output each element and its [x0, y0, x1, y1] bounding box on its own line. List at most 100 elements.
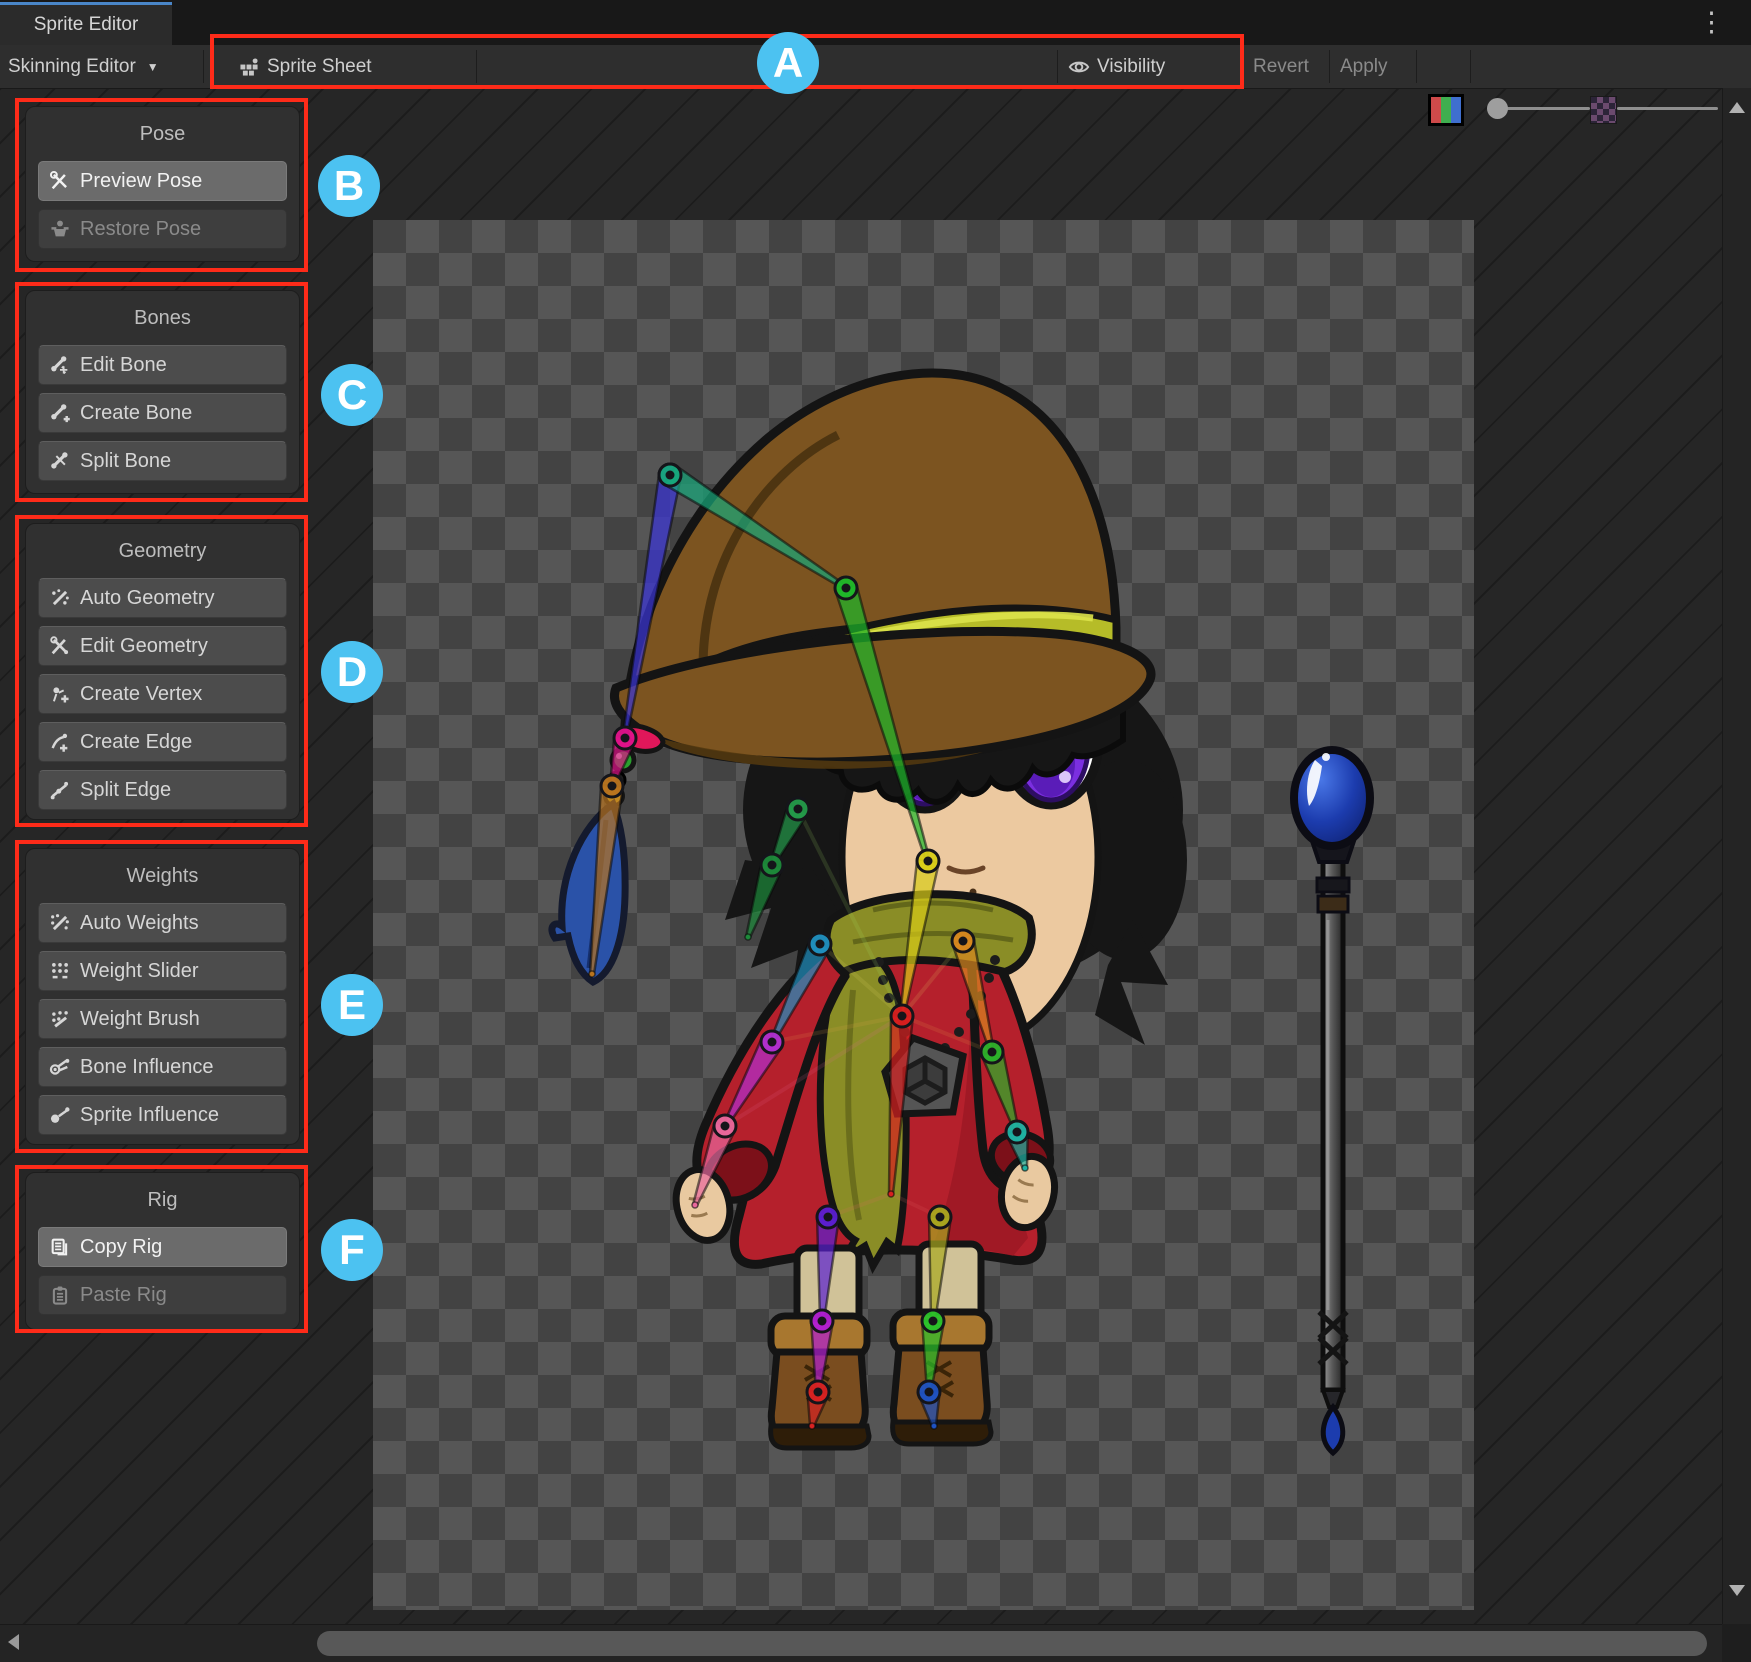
bone-influence-button[interactable]: Bone Influence: [38, 1047, 287, 1087]
tab-bar: Sprite Editor ⋮: [0, 0, 1751, 45]
toolbar-separator: [1329, 50, 1330, 83]
kebab-menu-icon[interactable]: ⋮: [1698, 4, 1725, 40]
copy-rig-icon: [49, 1236, 71, 1258]
edit-geometry-icon: [49, 635, 71, 657]
edit-bone-label: Edit Bone: [80, 354, 167, 377]
sprite-influence-label: Sprite Influence: [80, 1104, 219, 1127]
paste-rig-icon: [49, 1284, 71, 1306]
revert-label: Revert: [1253, 56, 1309, 78]
staff-sprite: [1294, 750, 1370, 1453]
chevron-down-icon: ▼: [147, 60, 159, 74]
visibility-label: Visibility: [1097, 56, 1165, 78]
rig-panel-title: Rig: [38, 1185, 287, 1215]
visibility-button[interactable]: Visibility: [1068, 45, 1165, 88]
sprite-influence-icon: [49, 1104, 71, 1126]
sprite-influence-button[interactable]: Sprite Influence: [38, 1095, 287, 1135]
skinning-editor-dropdown[interactable]: Skinning Editor ▼: [8, 45, 159, 88]
preview-pose-label: Preview Pose: [80, 170, 202, 193]
create-vertex-label: Create Vertex: [80, 683, 202, 706]
apply-button[interactable]: Apply: [1340, 45, 1388, 88]
scroll-left-arrow-icon[interactable]: [8, 1634, 19, 1650]
restore-pose-label: Restore Pose: [80, 218, 201, 241]
vertical-scrollbar[interactable]: [1722, 88, 1751, 1624]
horizontal-scrollbar[interactable]: [0, 1624, 1722, 1662]
auto-geometry-button[interactable]: Auto Geometry: [38, 578, 287, 618]
split-bone-icon: [49, 450, 71, 472]
toolbar-separator: [476, 50, 477, 83]
create-bone-button[interactable]: Create Bone: [38, 393, 287, 433]
auto-weights-label: Auto Weights: [80, 912, 199, 935]
pose-panel-title: Pose: [38, 119, 287, 149]
paste-rig-button[interactable]: Paste Rig: [38, 1275, 287, 1315]
revert-button[interactable]: Revert: [1253, 45, 1309, 88]
weight-brush-button[interactable]: Weight Brush: [38, 999, 287, 1039]
toolbar-separator: [1243, 50, 1244, 83]
sprite-sheet-button[interactable]: Sprite Sheet: [238, 45, 372, 88]
edit-bone-button[interactable]: Edit Bone: [38, 345, 287, 385]
tab-sprite-editor[interactable]: Sprite Editor: [0, 2, 172, 45]
restore-pose-icon: [49, 218, 71, 240]
geometry-panel: Geometry Auto Geometry Edit Geometry: [25, 523, 300, 820]
weight-slider-icon: [49, 960, 71, 982]
weight-brush-icon: [49, 1008, 71, 1030]
bones-panel-title: Bones: [38, 303, 287, 333]
edit-geometry-button[interactable]: Edit Geometry: [38, 626, 287, 666]
split-edge-icon: [49, 779, 71, 801]
toolbar-separator: [1057, 50, 1058, 83]
auto-geometry-label: Auto Geometry: [80, 587, 215, 610]
auto-weights-button[interactable]: Auto Weights: [38, 903, 287, 943]
weight-slider-label: Weight Slider: [80, 960, 199, 983]
alpha-slider-track[interactable]: [1505, 107, 1590, 110]
sprite-canvas-art: [373, 220, 1474, 1610]
rgb-channels-icon[interactable]: [1428, 94, 1464, 126]
auto-weights-icon: [49, 912, 71, 934]
create-edge-button[interactable]: Create Edge: [38, 722, 287, 762]
create-vertex-button[interactable]: Create Vertex: [38, 674, 287, 714]
preview-pose-icon: [49, 170, 71, 192]
sprite-sheet-label: Sprite Sheet: [267, 56, 372, 78]
weight-slider-button[interactable]: Weight Slider: [38, 951, 287, 991]
split-edge-button[interactable]: Split Edge: [38, 770, 287, 810]
create-bone-label: Create Bone: [80, 402, 192, 425]
weights-panel-title: Weights: [38, 861, 287, 891]
split-edge-label: Split Edge: [80, 779, 171, 802]
scroll-down-arrow-icon[interactable]: [1729, 1585, 1745, 1596]
zoom-slider-track[interactable]: [1617, 107, 1718, 110]
bones-panel: Bones Edit Bone Create Bone Split: [25, 290, 300, 494]
geometry-panel-title: Geometry: [38, 536, 287, 566]
paste-rig-label: Paste Rig: [80, 1284, 167, 1307]
alpha-slider-knob[interactable]: [1487, 98, 1508, 119]
create-bone-icon: [49, 402, 71, 424]
toolbar-separator: [1416, 50, 1417, 83]
character-sprite: [552, 373, 1187, 1448]
restore-pose-button[interactable]: Restore Pose: [38, 209, 287, 249]
create-edge-icon: [49, 731, 71, 753]
skinning-editor-label: Skinning Editor: [8, 56, 136, 78]
toolbar-separator: [1470, 50, 1471, 83]
auto-geometry-icon: [49, 587, 71, 609]
scrollbar-corner: [1722, 1624, 1751, 1662]
sprite-editor-window: Sprite Editor ⋮ Skinning Editor ▼ Sprite…: [0, 0, 1751, 1662]
sprite-canvas[interactable]: [373, 220, 1474, 1610]
edit-bone-icon: [49, 354, 71, 376]
split-bone-label: Split Bone: [80, 450, 171, 473]
split-bone-button[interactable]: Split Bone: [38, 441, 287, 481]
copy-rig-label: Copy Rig: [80, 1236, 162, 1259]
bone-influence-icon: [49, 1056, 71, 1078]
bone-influence-label: Bone Influence: [80, 1056, 213, 1079]
pose-panel: Pose Preview Pose Restore Pose: [25, 106, 300, 262]
eye-icon: [1068, 56, 1090, 78]
weights-panel: Weights Auto Weights Weight Slider: [25, 848, 300, 1145]
copy-rig-button[interactable]: Copy Rig: [38, 1227, 287, 1267]
weight-brush-label: Weight Brush: [80, 1008, 200, 1031]
scroll-up-arrow-icon[interactable]: [1729, 102, 1745, 113]
edit-geometry-label: Edit Geometry: [80, 635, 208, 658]
create-edge-label: Create Edge: [80, 731, 192, 754]
apply-label: Apply: [1340, 56, 1388, 78]
tab-title: Sprite Editor: [34, 14, 139, 36]
toolbar: Skinning Editor ▼ Sprite Sheet Visibilit…: [0, 45, 1751, 89]
toolbar-separator: [203, 50, 204, 83]
preview-pose-button[interactable]: Preview Pose: [38, 161, 287, 201]
horizontal-scrollbar-thumb[interactable]: [317, 1631, 1707, 1656]
sprite-sheet-icon: [238, 56, 260, 78]
